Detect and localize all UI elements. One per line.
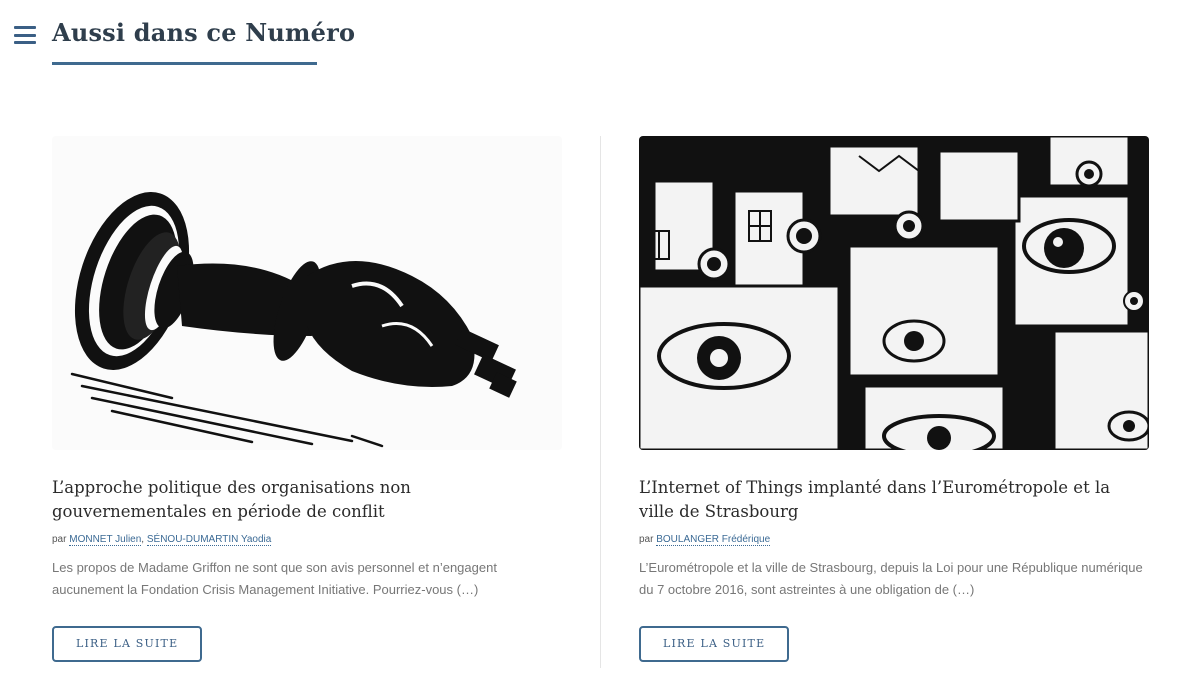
- section-title: Aussi dans ce Numéro: [52, 18, 356, 47]
- author-link[interactable]: SÉNOU-DUMARTIN Yaodia: [146, 534, 272, 546]
- article-title-link[interactable]: L’approche politique des organisations n…: [52, 478, 411, 521]
- article-title[interactable]: L’Internet of Things implanté dans l’Eur…: [639, 476, 1149, 524]
- hamburger-menu-icon[interactable]: [14, 26, 36, 44]
- article-byline: par MONNET Julien, SÉNOU-DUMARTIN Yaodia: [52, 534, 562, 546]
- article-card: L’approche politique des organisations n…: [52, 136, 562, 662]
- article-excerpt: Les propos de Madame Griffon ne sont que…: [52, 560, 497, 597]
- article-image-chess[interactable]: [52, 136, 562, 450]
- read-more-button[interactable]: LIRE LA SUITE: [639, 626, 790, 662]
- fallen-chess-king-illustration: [52, 136, 562, 450]
- column-divider: [600, 136, 601, 668]
- byline-prefix: par: [639, 534, 654, 545]
- author-link[interactable]: BOULANGER Frédérique: [656, 534, 771, 546]
- article-title-link[interactable]: L’Internet of Things implanté dans l’Eur…: [639, 478, 1110, 521]
- section-title-underline: [52, 62, 317, 65]
- byline-prefix: par: [52, 534, 67, 545]
- author-separator: ,: [141, 534, 145, 545]
- surveillance-eyes-buildings-illustration: [639, 136, 1149, 450]
- read-more-button[interactable]: LIRE LA SUITE: [52, 626, 203, 662]
- article-card: L’Internet of Things implanté dans l’Eur…: [639, 136, 1149, 662]
- article-excerpt: L’Eurométropole et la ville de Strasbour…: [639, 560, 1143, 597]
- article-image-eyes[interactable]: [639, 136, 1149, 450]
- article-byline: par BOULANGER Frédérique: [639, 534, 1149, 546]
- author-link[interactable]: MONNET Julien: [69, 534, 142, 546]
- article-title[interactable]: L’approche politique des organisations n…: [52, 476, 562, 524]
